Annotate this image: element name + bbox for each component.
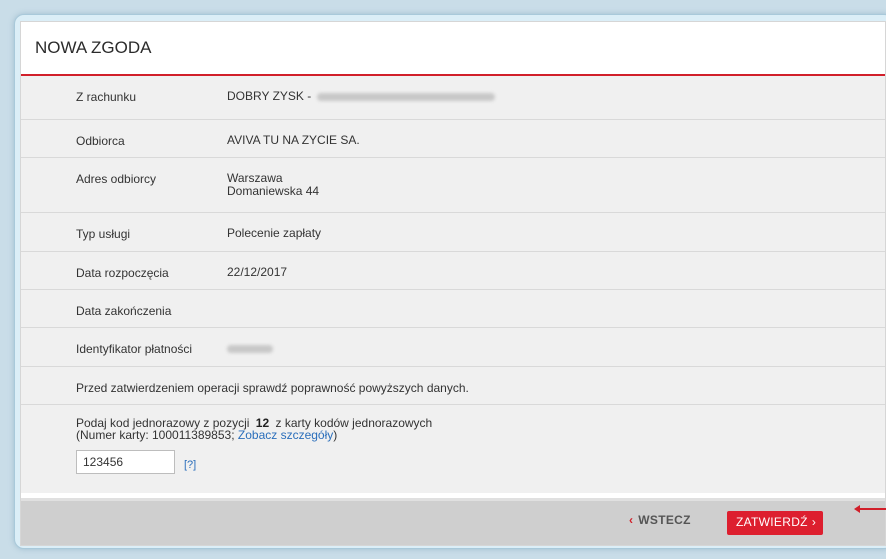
otp-section: Podaj kod jednorazowy z pozycji 12 z kar… xyxy=(21,405,885,493)
row-label: Typ usługi xyxy=(76,227,131,241)
row-label: Identyfikator płatności xyxy=(76,342,193,356)
row-start-date: Data rozpoczęcia 22/12/2017 xyxy=(21,252,885,290)
chevron-right-icon: › xyxy=(811,515,817,529)
row-value xyxy=(214,328,273,366)
row-recipient-address: Adres odbiorcy Warszawa Domaniewska 44 xyxy=(21,158,885,213)
details-table: Z rachunku DOBRY ZYSK - Odbiorca AVIVA T… xyxy=(21,76,885,367)
row-value: 22/12/2017 xyxy=(227,265,288,279)
help-link[interactable]: [?] xyxy=(184,459,196,471)
card-suffix: ) xyxy=(333,428,338,442)
row-label: Z rachunku xyxy=(76,90,137,104)
redacted-account-number xyxy=(316,92,495,101)
row-recipient: Odbiorca AVIVA TU NA ZYCIE SA. xyxy=(21,120,885,158)
page-title: NOWA ZGODA xyxy=(21,22,885,76)
account-name: DOBRY ZYSK - xyxy=(227,89,312,103)
confirm-button-label: ZATWIERDŹ xyxy=(736,515,808,529)
row-value: DOBRY ZYSK - xyxy=(214,76,495,119)
row-value: Warszawa Domaniewska 44 xyxy=(214,158,319,212)
pointer-arrow-icon xyxy=(854,505,886,513)
action-bar: ‹ WSTECZ ZATWIERDŹ › xyxy=(21,498,885,545)
verification-notice: Przed zatwierdzeniem operacji sprawdź po… xyxy=(21,367,885,405)
row-label: Data zakończenia xyxy=(76,304,172,318)
row-payment-id: Identyfikator płatności xyxy=(21,328,885,367)
back-button-label: WSTECZ xyxy=(638,513,691,527)
back-button[interactable]: ‹ WSTECZ xyxy=(629,513,691,527)
address-street: Domaniewska 44 xyxy=(227,184,320,198)
row-value: AVIVA TU NA ZYCIE SA. xyxy=(227,133,360,147)
row-account: Z rachunku DOBRY ZYSK - xyxy=(21,76,885,120)
row-value: Polecenie zapłaty xyxy=(227,226,322,240)
card-number-text: (Numer karty: 100011389853; xyxy=(76,428,235,442)
see-details-link[interactable]: Zobacz szczegóły xyxy=(238,428,333,442)
row-label: Adres odbiorcy xyxy=(76,172,157,186)
otp-input-row: [?] xyxy=(76,450,885,474)
otp-card-info: (Numer karty: 100011389853; Zobacz szcze… xyxy=(76,429,885,441)
confirm-button[interactable]: ZATWIERDŹ › xyxy=(727,511,823,535)
row-service-type: Typ usługi Polecenie zapłaty xyxy=(21,213,885,252)
chevron-left-icon: ‹ xyxy=(629,513,634,527)
otp-code-input[interactable] xyxy=(76,450,175,474)
row-value xyxy=(214,290,227,327)
redacted-payment-id xyxy=(227,344,273,353)
row-label: Odbiorca xyxy=(76,134,125,148)
consent-panel: NOWA ZGODA Z rachunku DOBRY ZYSK - Odbio… xyxy=(20,21,886,546)
row-label: Data rozpoczęcia xyxy=(76,266,169,280)
row-end-date: Data zakończenia xyxy=(21,290,885,328)
